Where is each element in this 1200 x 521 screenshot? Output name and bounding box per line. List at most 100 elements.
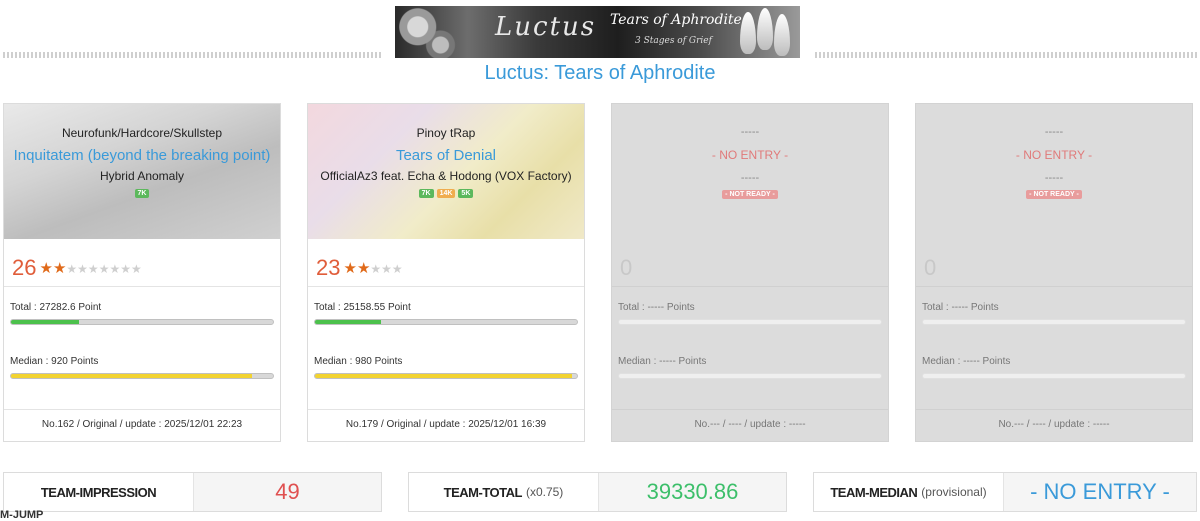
rating-value: 0 <box>620 254 633 280</box>
placeholder-dash: ----- <box>740 172 760 184</box>
keymode-badge: 7K <box>134 189 150 198</box>
star-rating: ★★★★★ <box>343 258 402 277</box>
star-empty-icon: ★ <box>87 262 99 276</box>
rating-value: 26 <box>12 254 37 280</box>
star-filled-icon: ★ <box>52 259 67 277</box>
flower-artwork <box>395 6 460 58</box>
divider-left <box>3 52 382 58</box>
genre: Neurofunk/Hardcore/Skullstep <box>61 126 223 140</box>
median-progress-bar <box>10 373 274 379</box>
team-total-box: TEAM-TOTAL (x0.75) 39330.86 <box>408 472 787 512</box>
card-header: ----- - NO ENTRY - ----- - NOT READY - <box>916 104 1192 239</box>
chart-card-2[interactable]: Pinoy tRap Tears of Denial OfficialAz3 f… <box>307 103 585 442</box>
banner-title: Luctus <box>495 12 597 42</box>
star-filled-icon: ★ <box>356 259 371 277</box>
total-block: Total : 25158.55 Point <box>308 287 584 341</box>
median-label: Median : 980 Points <box>314 356 403 367</box>
keymode-badge: 7K <box>418 189 434 198</box>
song-title-link[interactable]: Inquitatem (beyond the breaking point) <box>4 147 280 164</box>
jump-link[interactable]: M-JUMP <box>0 509 43 521</box>
chart-card-3: ----- - NO ENTRY - ----- - NOT READY - 0… <box>611 103 889 442</box>
median-progress-bar <box>922 373 1186 379</box>
rating-row: 23 ★★★★★ <box>308 239 584 287</box>
divider-right <box>815 52 1197 58</box>
median-progress-bar <box>618 373 882 379</box>
keymode-badge: 14K <box>436 189 456 198</box>
chart-card-4: ----- - NO ENTRY - ----- - NOT READY - 0… <box>915 103 1193 442</box>
median-label: Median : ----- Points <box>922 356 1011 367</box>
star-empty-icon: ★ <box>381 262 392 276</box>
team-impression-box: TEAM-IMPRESSION 49 <box>3 472 382 512</box>
total-block: Total : 27282.6 Point <box>4 287 280 341</box>
median-block: Median : 980 Points <box>308 341 584 395</box>
star-filled-icon: ★ <box>343 259 357 277</box>
card-header: Neurofunk/Hardcore/Skullstep Inquitatem … <box>4 104 280 239</box>
page-title[interactable]: Luctus: Tears of Aphrodite <box>0 62 1200 85</box>
artist: Hybrid Anomaly <box>99 169 185 183</box>
total-progress-bar <box>618 319 882 325</box>
artist: OfficialAz3 feat. Echa & Hodong (VOX Fac… <box>320 169 572 183</box>
star-empty-icon: ★ <box>98 262 110 276</box>
total-block: Total : ----- Points <box>916 287 1192 341</box>
median-label: Median : ----- Points <box>618 356 707 367</box>
total-block: Total : ----- Points <box>612 287 888 341</box>
star-empty-icon: ★ <box>120 262 131 276</box>
no-entry-text: - NO ENTRY - <box>711 148 789 162</box>
team-median-label: TEAM-MEDIAN (provisional) <box>814 473 1004 511</box>
total-label: Total : ----- Points <box>922 302 999 313</box>
total-label: Total : 27282.6 Point <box>10 302 102 313</box>
rating-row: 0 <box>916 239 1192 287</box>
total-label: Total : ----- Points <box>618 302 695 313</box>
median-label: Median : 920 Points <box>10 356 99 367</box>
song-title-link[interactable]: Tears of Denial <box>308 147 584 164</box>
rating-value: 23 <box>316 254 341 280</box>
star-empty-icon: ★ <box>370 262 382 276</box>
median-block: Median : ----- Points <box>612 341 888 395</box>
no-entry-text: - NO ENTRY - <box>1015 148 1093 162</box>
star-rating: ★★★★★★★★★ <box>39 258 141 277</box>
not-ready-badge: - NOT READY - <box>722 190 778 199</box>
keymode-badge: 5K <box>458 189 474 198</box>
total-progress-bar <box>314 319 578 325</box>
placeholder-dash: ----- <box>1044 126 1064 138</box>
star-empty-icon: ★ <box>66 262 78 276</box>
petal-icon <box>774 14 790 56</box>
total-progress-bar <box>922 319 1186 325</box>
median-block: Median : 920 Points <box>4 341 280 395</box>
median-progress-bar <box>314 373 578 379</box>
total-progress-bar <box>10 319 274 325</box>
card-footer: No.--- / ---- / update : ----- <box>916 409 1192 441</box>
team-total-label: TEAM-TOTAL (x0.75) <box>409 473 599 511</box>
rating-value: 0 <box>924 254 937 280</box>
star-filled-icon: ★ <box>39 259 53 277</box>
star-empty-icon: ★ <box>130 262 142 276</box>
team-impression-value: 49 <box>194 473 381 511</box>
not-ready-badge: - NOT READY - <box>1026 190 1082 199</box>
placeholder-dash: ----- <box>1044 172 1064 184</box>
rating-row: 0 <box>612 239 888 287</box>
card-footer: No.--- / ---- / update : ----- <box>612 409 888 441</box>
provisional-note: (provisional) <box>921 485 987 499</box>
banner-tagline: 3 Stages of Grief <box>635 36 712 46</box>
team-median-box: TEAM-MEDIAN (provisional) - NO ENTRY - <box>813 472 1197 512</box>
banner-subtitle: Tears of Aphrodite <box>610 12 742 28</box>
petal-icon <box>757 8 773 50</box>
card-header: Pinoy tRap Tears of Denial OfficialAz3 f… <box>308 104 584 239</box>
median-block: Median : ----- Points <box>916 341 1192 395</box>
star-empty-icon: ★ <box>391 262 403 276</box>
card-footer: No.162 / Original / update : 2025/12/01 … <box>4 409 280 441</box>
header: Luctus Tears of Aphrodite 3 Stages of Gr… <box>0 6 1200 60</box>
chart-card-1[interactable]: Neurofunk/Hardcore/Skullstep Inquitatem … <box>3 103 281 442</box>
card-header: ----- - NO ENTRY - ----- - NOT READY - <box>612 104 888 239</box>
star-empty-icon: ★ <box>109 262 121 276</box>
team-median-value: - NO ENTRY - <box>1004 473 1196 511</box>
multiplier: (x0.75) <box>525 485 564 499</box>
card-footer: No.179 / Original / update : 2025/12/01 … <box>308 409 584 441</box>
song-banner-image: Luctus Tears of Aphrodite 3 Stages of Gr… <box>395 6 800 58</box>
genre: Pinoy tRap <box>416 126 476 140</box>
team-impression-label: TEAM-IMPRESSION <box>4 473 194 511</box>
total-label: Total : 25158.55 Point <box>314 302 411 313</box>
petal-icon <box>740 12 756 54</box>
star-empty-icon: ★ <box>77 262 88 276</box>
rating-row: 26 ★★★★★★★★★ <box>4 239 280 287</box>
